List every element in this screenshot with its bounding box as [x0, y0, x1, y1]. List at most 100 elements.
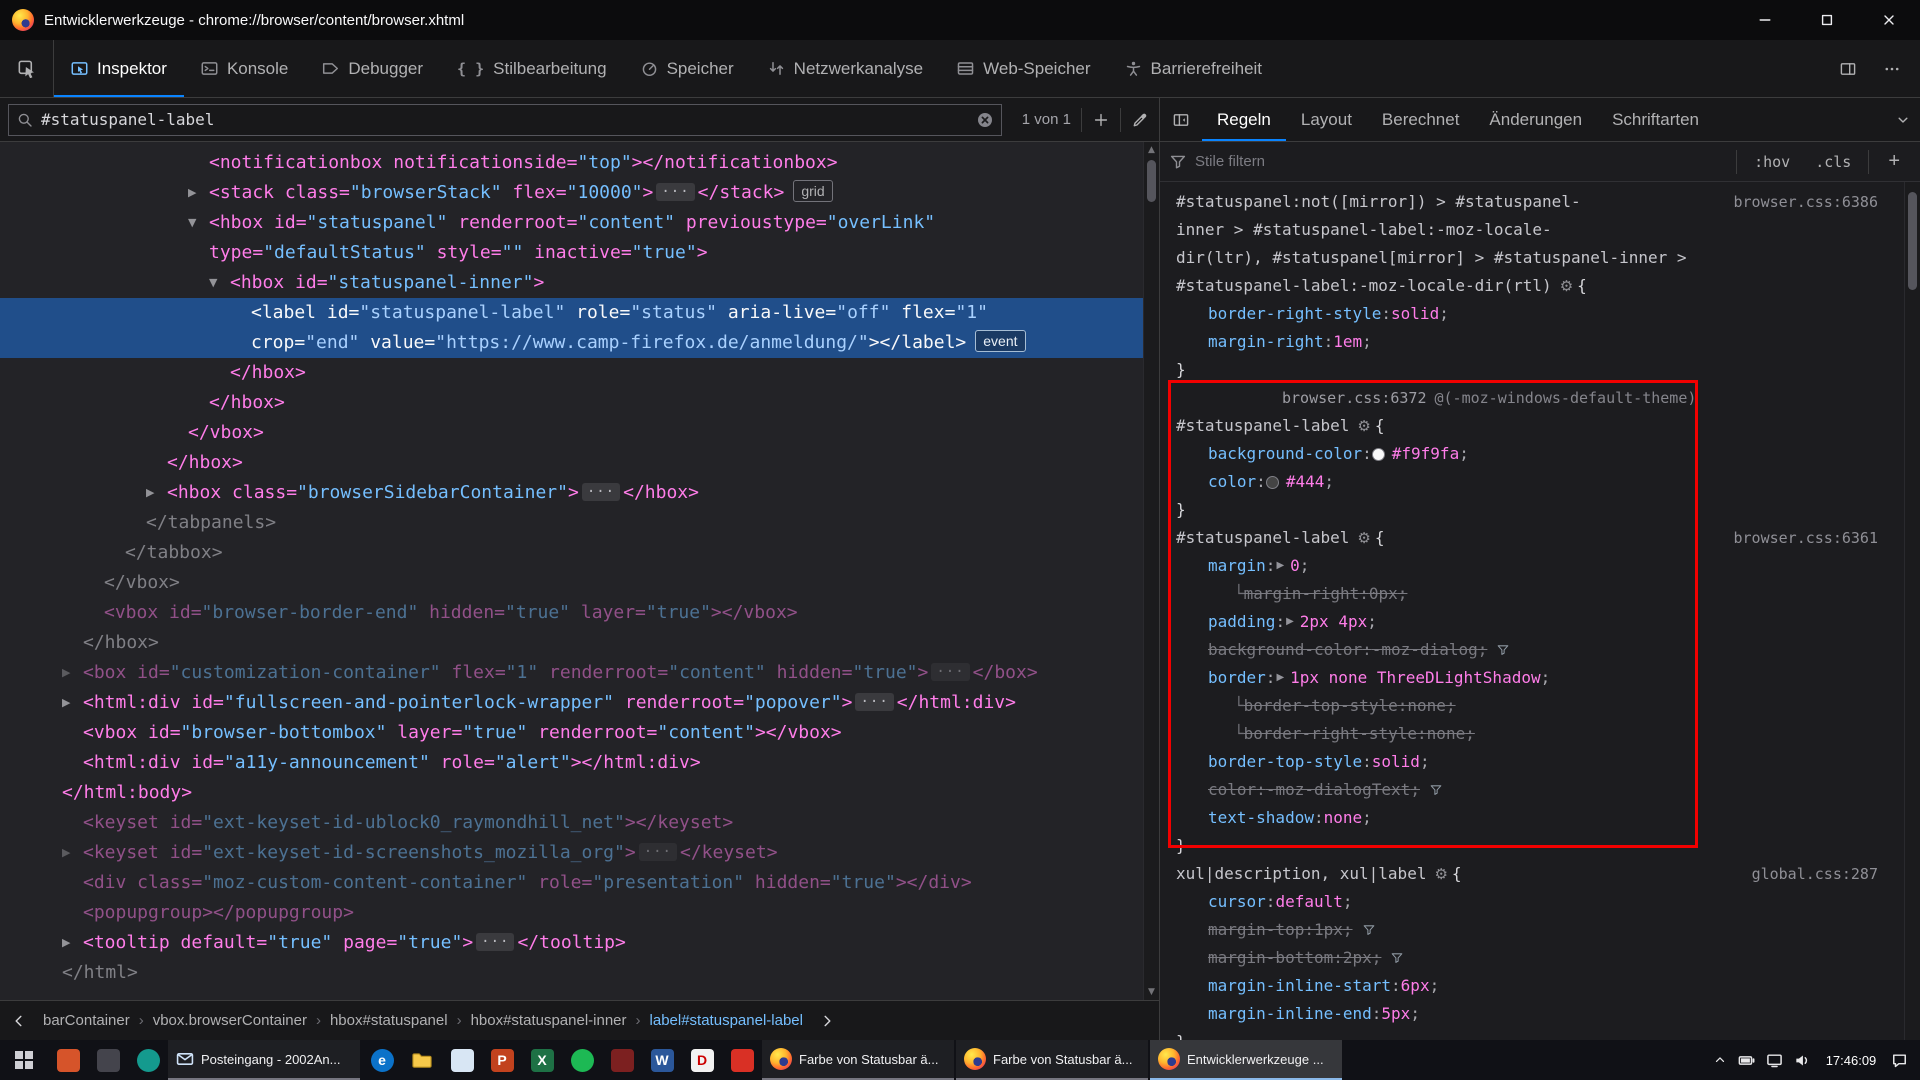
- task-firefox-2[interactable]: Farbe von Statusbar ä...: [956, 1040, 1148, 1080]
- rule-gear-icon[interactable]: ⚙: [1357, 412, 1370, 440]
- css-declaration[interactable]: └ margin-right: 0px;: [1160, 580, 1904, 608]
- tab-stilbearbeitung[interactable]: { }Stilbearbeitung: [440, 40, 624, 97]
- markup-line[interactable]: </vbox>: [0, 568, 1143, 598]
- markup-line[interactable]: <popupgroup></popupgroup>: [0, 898, 1143, 928]
- markup-line[interactable]: <keyset id="ext-keyset-id-ublock0_raymon…: [0, 808, 1143, 838]
- markup-line[interactable]: crop="end" value="https://www.camp-firef…: [0, 328, 1143, 358]
- scrollbar-thumb[interactable]: [1147, 160, 1156, 202]
- minimize-button[interactable]: [1734, 0, 1796, 40]
- collapsed-children-ellipsis[interactable]: ···: [639, 843, 677, 861]
- twisty-closed-icon[interactable]: ▶: [62, 658, 83, 688]
- markup-line[interactable]: <vbox id="browser-border-end" hidden="tr…: [0, 598, 1143, 628]
- breadcrumb-forward-button[interactable]: [812, 1001, 842, 1040]
- breadcrumb-item[interactable]: hbox#statuspanel: [321, 1012, 457, 1029]
- twisty-open-icon[interactable]: ▼: [188, 208, 209, 238]
- explorer-icon[interactable]: [402, 1040, 442, 1080]
- clear-search-icon[interactable]: [977, 112, 993, 128]
- color-swatch[interactable]: [1372, 448, 1385, 461]
- breadcrumb-item[interactable]: hbox#statuspanel-inner: [462, 1012, 636, 1029]
- rule-selector[interactable]: xul|description, xul|label⚙{global.css:2…: [1160, 860, 1904, 888]
- css-declaration[interactable]: cursor: default;: [1160, 888, 1904, 916]
- css-declaration[interactable]: margin-inline-start: 6px;: [1160, 972, 1904, 1000]
- markup-line[interactable]: ▼<hbox id="statuspanel" renderroot="cont…: [0, 208, 1143, 238]
- tab-barrierefreiheit[interactable]: Barrierefreiheit: [1108, 40, 1280, 97]
- markup-line[interactable]: ▶<stack class="browserStack" flex="10000…: [0, 178, 1143, 208]
- sidebar-tab-schriftarten[interactable]: Schriftarten: [1597, 98, 1714, 141]
- markup-line[interactable]: </hbox>: [0, 388, 1143, 418]
- stylesheet-source-link[interactable]: browser.css:6361: [1734, 524, 1905, 552]
- pinned-app-7-icon[interactable]: [722, 1040, 762, 1080]
- window-titlebar[interactable]: Entwicklerwerkzeuge - chrome://browser/c…: [0, 0, 1920, 40]
- badge-grid[interactable]: grid: [793, 180, 832, 202]
- markup-line[interactable]: ▶<hbox class="browserSidebarContainer">·…: [0, 478, 1143, 508]
- maximize-button[interactable]: [1796, 0, 1858, 40]
- css-declaration[interactable]: margin-inline-end: 5px;: [1160, 1000, 1904, 1028]
- pinned-app-5-icon[interactable]: [602, 1040, 642, 1080]
- tab-konsole[interactable]: Konsole: [184, 40, 305, 97]
- tab-netzwerkanalyse[interactable]: Netzwerkanalyse: [751, 40, 940, 97]
- collapsed-children-ellipsis[interactable]: ···: [656, 183, 694, 201]
- collapsed-children-ellipsis[interactable]: ···: [855, 693, 893, 711]
- css-declaration[interactable]: margin-top: 1px;: [1160, 916, 1904, 944]
- color-swatch[interactable]: [1266, 476, 1279, 489]
- word-icon[interactable]: W: [642, 1040, 682, 1080]
- stylesheet-source-link[interactable]: global.css:287: [1752, 860, 1904, 888]
- split-console-button[interactable]: [1826, 40, 1870, 97]
- sidebar-toggle-button[interactable]: [1160, 98, 1202, 141]
- devtools-menu-button[interactable]: [1870, 40, 1914, 97]
- collapsed-children-ellipsis[interactable]: ···: [931, 663, 969, 681]
- markup-line[interactable]: <html:div id="a11y-announcement" role="a…: [0, 748, 1143, 778]
- filter-styles-input[interactable]: Stile filtern: [1195, 153, 1727, 170]
- markup-line[interactable]: </hbox>: [0, 448, 1143, 478]
- collapsed-children-ellipsis[interactable]: ···: [582, 483, 620, 501]
- tab-debugger[interactable]: Debugger: [305, 40, 440, 97]
- breadcrumb-item[interactable]: barContainer: [34, 1012, 139, 1029]
- css-declaration[interactable]: margin-bottom: 2px;: [1160, 944, 1904, 972]
- tab-speicher[interactable]: Speicher: [624, 40, 751, 97]
- twisty-closed-icon[interactable]: ▶: [62, 688, 83, 718]
- twisty-closed-icon[interactable]: ▶: [62, 928, 83, 958]
- pinned-app-4-icon[interactable]: [442, 1040, 482, 1080]
- css-declaration[interactable]: border: ▶ 1px none ThreeDLightShadow;: [1160, 664, 1904, 692]
- markup-line[interactable]: </html>: [0, 958, 1143, 988]
- expand-shorthand-icon[interactable]: ▶: [1276, 664, 1284, 692]
- tab-inspektor[interactable]: Inspektor: [54, 40, 184, 97]
- rule-selector[interactable]: dir(ltr), #statuspanel[mirror] > #status…: [1160, 244, 1904, 272]
- collapsed-children-ellipsis[interactable]: ···: [476, 933, 514, 951]
- markup-line[interactable]: ▶<tooltip default="true" page="true">···…: [0, 928, 1143, 958]
- class-panel-button[interactable]: .cls: [1807, 153, 1859, 171]
- breadcrumb-back-button[interactable]: [4, 1001, 34, 1040]
- battery-icon[interactable]: [1738, 1052, 1755, 1069]
- css-declaration[interactable]: color: #444;: [1160, 468, 1904, 496]
- badge-event[interactable]: event: [975, 330, 1025, 352]
- css-declaration[interactable]: padding: ▶ 2px 4px;: [1160, 608, 1904, 636]
- rule-selector[interactable]: #statuspanel-label⚙{: [1160, 412, 1904, 440]
- breadcrumb-item[interactable]: vbox.browserContainer: [144, 1012, 316, 1029]
- rule-selector[interactable]: inner > #statuspanel-label:-moz-locale-: [1160, 216, 1904, 244]
- tab-web-speicher[interactable]: Web-Speicher: [940, 40, 1107, 97]
- stylesheet-source-link[interactable]: browser.css:6372: [1282, 384, 1427, 412]
- pinned-app-6-icon[interactable]: D: [682, 1040, 722, 1080]
- rule-gear-icon[interactable]: ⚙: [1434, 860, 1447, 888]
- twisty-closed-icon[interactable]: ▶: [146, 478, 167, 508]
- markup-line[interactable]: </hbox>: [0, 358, 1143, 388]
- sidebar-tab-layout[interactable]: Layout: [1286, 98, 1367, 141]
- pinned-app-3-icon[interactable]: [128, 1040, 168, 1080]
- markup-line[interactable]: <div class="moz-custom-content-container…: [0, 868, 1143, 898]
- css-declaration[interactable]: └ border-top-style: none;: [1160, 692, 1904, 720]
- twisty-closed-icon[interactable]: ▶: [62, 838, 83, 868]
- markup-line[interactable]: </html:body>: [0, 778, 1143, 808]
- markup-line[interactable]: <vbox id="browser-bottombox" layer="true…: [0, 718, 1143, 748]
- css-declaration[interactable]: border-top-style: solid;: [1160, 748, 1904, 776]
- markup-line[interactable]: <label id="statuspanel-label" role="stat…: [0, 298, 1143, 328]
- scroll-up-icon[interactable]: ▲: [1144, 142, 1159, 158]
- markup-line[interactable]: ▼<hbox id="statuspanel-inner">: [0, 268, 1143, 298]
- twisty-open-icon[interactable]: ▼: [209, 268, 230, 298]
- spotify-icon[interactable]: [562, 1040, 602, 1080]
- all-tabs-button[interactable]: [1886, 98, 1920, 141]
- css-declaration[interactable]: text-shadow: none;: [1160, 804, 1904, 832]
- markup-line[interactable]: </vbox>: [0, 418, 1143, 448]
- tray-expand-icon[interactable]: [1713, 1053, 1727, 1067]
- sidebar-tab-regeln[interactable]: Regeln: [1202, 98, 1286, 141]
- markup-scrollbar[interactable]: ▲ ▼: [1143, 142, 1159, 1000]
